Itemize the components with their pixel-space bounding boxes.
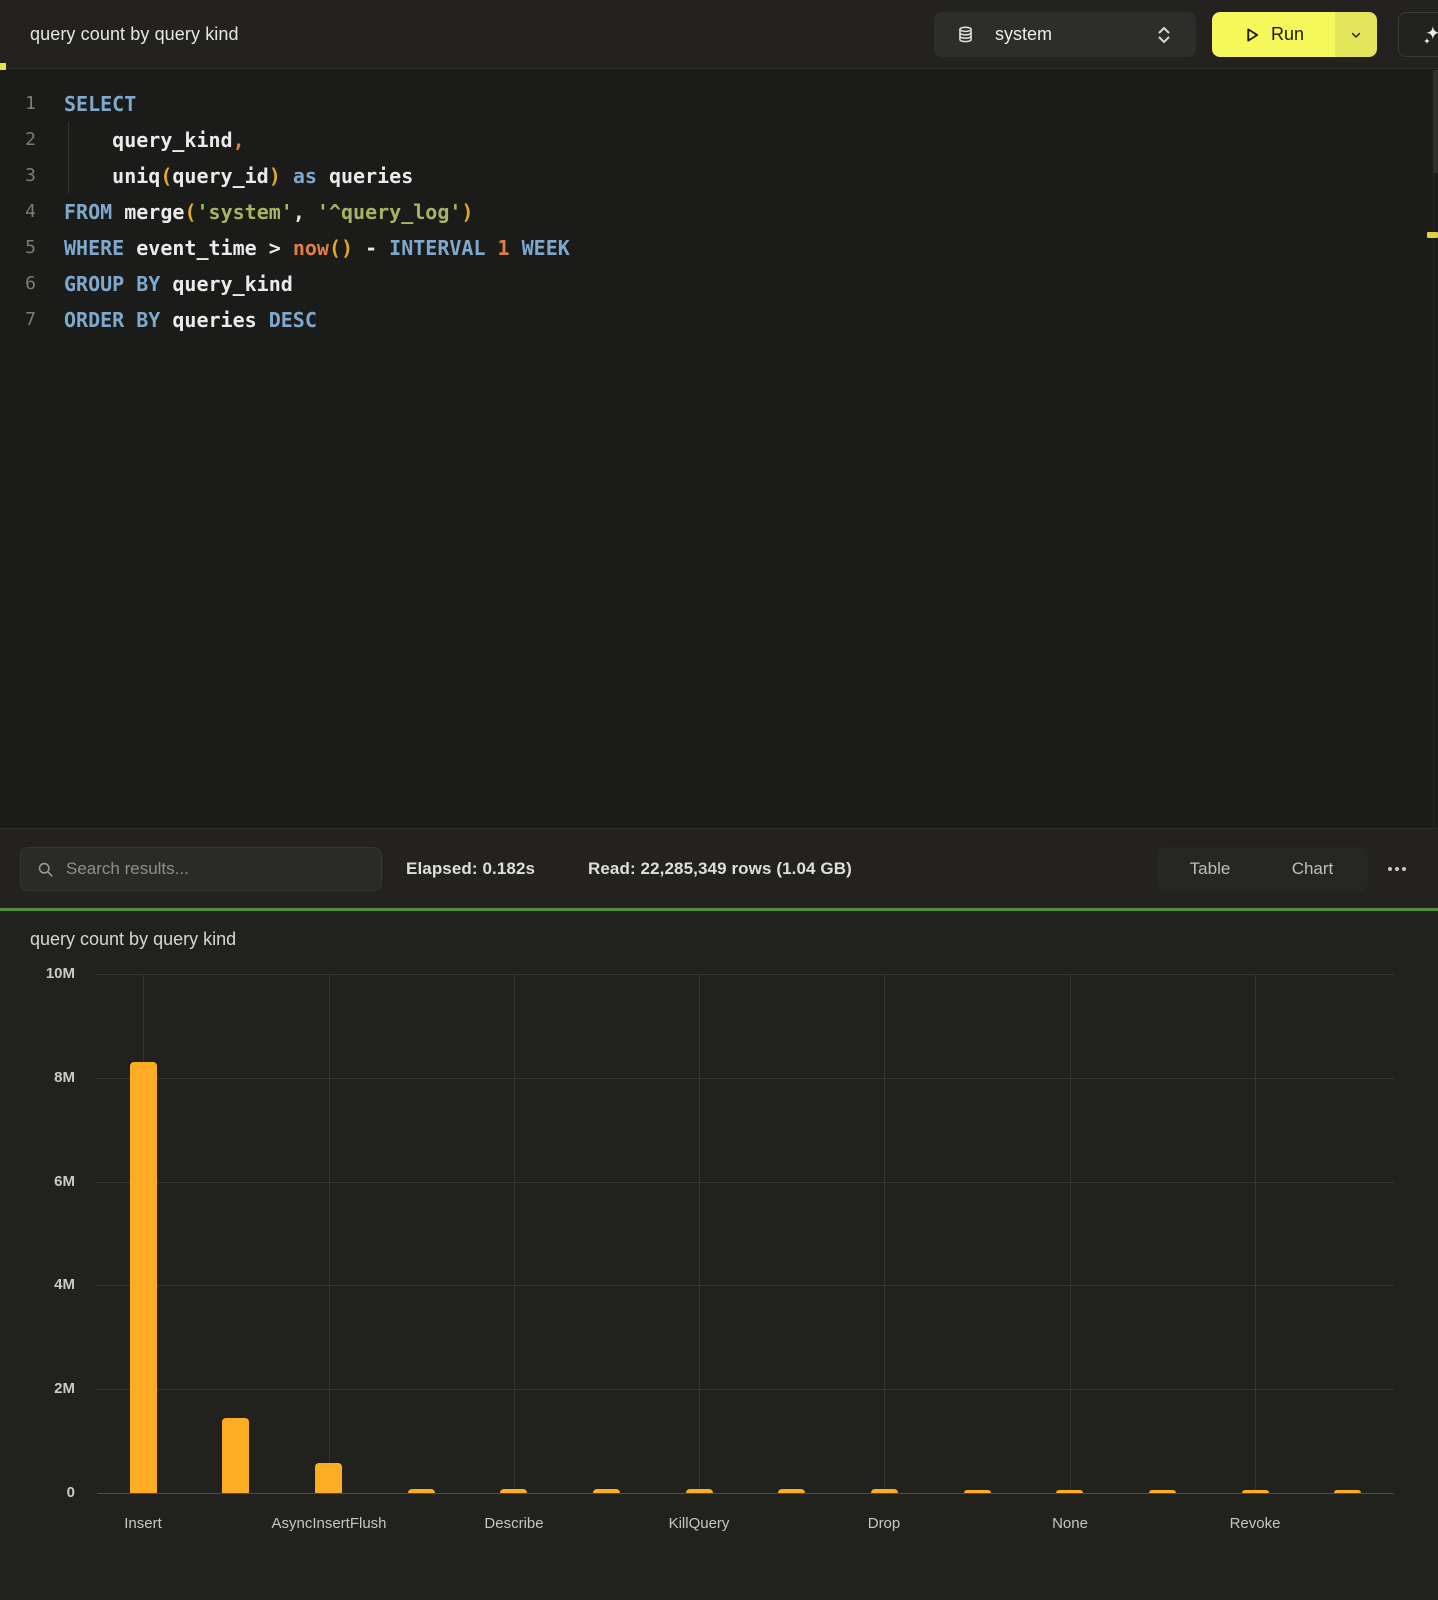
code-line[interactable]: 5WHERE event_time > now() - INTERVAL 1 W…	[0, 230, 1400, 266]
v-gridline	[1255, 974, 1256, 1493]
x-axis-label: Insert	[58, 1515, 228, 1532]
x-axis-label: AsyncInsertFlush	[244, 1515, 414, 1532]
editor-scrollbar[interactable]	[1433, 70, 1438, 828]
x-axis-label: None	[985, 1515, 1155, 1532]
bar	[1242, 1490, 1269, 1493]
y-axis-label: 8M	[12, 1069, 75, 1086]
unfold-chevrons-icon	[1156, 26, 1172, 44]
sql-editor[interactable]: 1SELECT2 query_kind,3 uniq(query_id) as …	[0, 70, 1438, 828]
run-button-label: Run	[1271, 24, 1304, 45]
database-icon	[956, 25, 975, 44]
line-number: 1	[0, 86, 44, 122]
bar	[408, 1489, 435, 1493]
ellipsis-icon	[1388, 867, 1392, 871]
code-line[interactable]: 6GROUP BY query_kind	[0, 266, 1400, 302]
code-line[interactable]: 4FROM merge('system', '^query_log')	[0, 194, 1400, 230]
top-bar: query count by query kind system	[0, 0, 1438, 69]
database-selector-value: system	[995, 24, 1052, 45]
chart-panel: query count by query kind 0 2M 4M 6M 8M 10M In…	[0, 911, 1438, 1600]
run-split-button: Run	[1212, 12, 1377, 57]
y-axis-label: 4M	[12, 1276, 75, 1293]
sql-console-window: query count by query kind system	[0, 0, 1438, 1600]
search-results-input[interactable]	[66, 859, 371, 879]
y-axis-label: 2M	[12, 1380, 75, 1397]
h-gridline	[97, 1389, 1394, 1390]
bar	[1334, 1490, 1361, 1493]
y-axis-label: 0	[12, 1484, 75, 1501]
h-gridline	[97, 1078, 1394, 1079]
bar	[778, 1489, 805, 1493]
bar	[315, 1463, 342, 1493]
bar	[1149, 1490, 1176, 1493]
x-axis-label: KillQuery	[614, 1515, 784, 1532]
search-icon	[37, 861, 54, 878]
code-line[interactable]: 7ORDER BY queries DESC	[0, 302, 1400, 338]
y-axis-label: 6M	[12, 1173, 75, 1190]
x-axis-line	[97, 1493, 1394, 1494]
view-toggle: Table Chart	[1157, 847, 1368, 891]
sparkle-ai-icon	[1399, 24, 1438, 46]
chevron-down-icon	[1349, 28, 1363, 42]
h-gridline	[97, 1285, 1394, 1286]
bar	[686, 1489, 713, 1493]
code-line[interactable]: 1SELECT	[0, 86, 1400, 122]
x-axis-label: Revoke	[1170, 1515, 1340, 1532]
query-title: query count by query kind	[30, 0, 239, 69]
line-number: 6	[0, 266, 44, 302]
read-rows-stat: Read: 22,285,349 rows (1.04 GB)	[588, 829, 852, 909]
scrollbar-slider[interactable]	[1433, 70, 1438, 173]
h-gridline	[97, 1182, 1394, 1183]
line-number: 5	[0, 230, 44, 266]
run-button[interactable]: Run	[1212, 12, 1335, 57]
bar	[222, 1418, 249, 1493]
line-number: 7	[0, 302, 44, 338]
line-number: 2	[0, 122, 44, 158]
search-results-box	[20, 847, 382, 891]
v-gridline	[1070, 974, 1071, 1493]
y-axis-label: 10M	[12, 965, 75, 982]
v-gridline	[699, 974, 700, 1493]
v-gridline	[514, 974, 515, 1493]
bar	[130, 1062, 157, 1493]
bar	[593, 1489, 620, 1493]
bar	[871, 1489, 898, 1493]
code-line[interactable]: 3 uniq(query_id) as queries	[0, 158, 1400, 194]
chart-title: query count by query kind	[30, 929, 236, 950]
h-gridline	[97, 974, 1394, 975]
bar	[1056, 1490, 1083, 1493]
chart-view-button[interactable]: Chart	[1260, 850, 1365, 888]
code-line[interactable]: 2 query_kind,	[0, 122, 1400, 158]
v-gridline	[884, 974, 885, 1493]
overview-ruler-marker	[1427, 232, 1438, 238]
line-number: 4	[0, 194, 44, 230]
line-number: 3	[0, 158, 44, 194]
run-options-caret[interactable]	[1335, 12, 1377, 57]
more-options-button[interactable]	[1380, 857, 1414, 881]
x-axis-label: Describe	[429, 1515, 599, 1532]
play-icon	[1243, 26, 1261, 44]
ai-assistant-button[interactable]	[1398, 12, 1438, 57]
database-selector[interactable]: system	[934, 12, 1196, 57]
x-axis-label: Drop	[799, 1515, 969, 1532]
v-gridline	[329, 974, 330, 1493]
bar	[964, 1490, 991, 1493]
results-toolbar: Elapsed: 0.182s Read: 22,285,349 rows (1…	[0, 828, 1438, 908]
bar	[500, 1489, 527, 1493]
code-lines: 1SELECT2 query_kind,3 uniq(query_id) as …	[0, 86, 1400, 338]
elapsed-stat: Elapsed: 0.182s	[406, 829, 535, 909]
table-view-button[interactable]: Table	[1160, 850, 1260, 888]
left-edge-yellow-marker	[0, 63, 6, 70]
